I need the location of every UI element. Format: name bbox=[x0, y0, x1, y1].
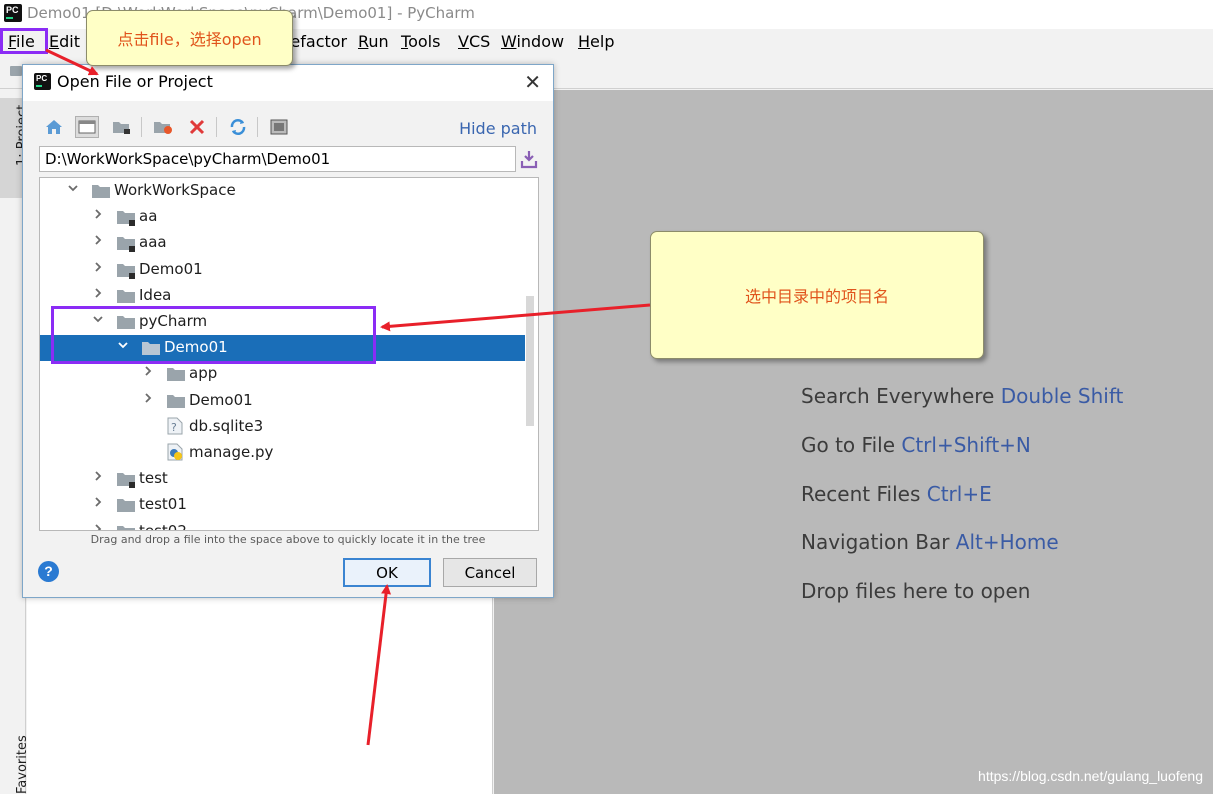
hide-path-link[interactable]: Hide path bbox=[459, 119, 537, 138]
toolbar-separator bbox=[141, 117, 142, 137]
tree-item-label: app bbox=[189, 364, 218, 383]
project-folder-icon bbox=[117, 210, 135, 227]
folder-icon bbox=[167, 367, 185, 382]
hint-drop-files: Drop files here to open bbox=[801, 579, 1031, 603]
tree-row[interactable]: test bbox=[40, 466, 525, 492]
menu-window[interactable]: Window bbox=[501, 32, 564, 51]
chevron-right-icon[interactable] bbox=[142, 392, 156, 408]
chevron-right-icon[interactable] bbox=[92, 470, 106, 486]
pycharm-logo-icon: PC bbox=[34, 73, 51, 90]
new-folder-icon[interactable] bbox=[151, 116, 175, 138]
toolbar-separator bbox=[216, 117, 217, 137]
hint-search-everywhere: Search Everywhere Double Shift bbox=[801, 384, 1124, 408]
tree-item-label: aaa bbox=[139, 233, 167, 252]
file-menu-highlight-box bbox=[0, 28, 48, 54]
close-icon[interactable]: ✕ bbox=[524, 70, 541, 94]
hint-go-to-file: Go to File Ctrl+Shift+N bbox=[801, 433, 1031, 457]
python-file-icon bbox=[167, 443, 185, 461]
tree-item-label: aa bbox=[139, 207, 158, 226]
tree-item-label: db.sqlite3 bbox=[189, 416, 264, 435]
project-folder-icon bbox=[117, 525, 135, 530]
tree-row[interactable]: WorkWorkSpace bbox=[40, 178, 525, 204]
hint-recent-files: Recent Files Ctrl+E bbox=[801, 482, 992, 506]
download-path-icon[interactable] bbox=[520, 149, 538, 169]
home-icon[interactable] bbox=[42, 116, 66, 138]
chevron-right-icon[interactable] bbox=[92, 523, 106, 530]
chevron-right-icon[interactable] bbox=[92, 496, 106, 512]
chevron-right-icon[interactable] bbox=[142, 365, 156, 381]
refresh-icon[interactable] bbox=[226, 116, 250, 138]
menu-edit[interactable]: Edit bbox=[49, 32, 80, 51]
project-directory-icon[interactable] bbox=[110, 116, 134, 138]
tree-row[interactable]: manage.py bbox=[40, 440, 525, 466]
tree-item-label: test bbox=[139, 469, 168, 488]
chevron-right-icon[interactable] bbox=[92, 261, 106, 277]
path-input[interactable] bbox=[39, 146, 516, 172]
tree-item-label: manage.py bbox=[189, 443, 274, 461]
cancel-button[interactable]: Cancel bbox=[443, 558, 537, 587]
chevron-right-icon[interactable] bbox=[92, 208, 106, 224]
pycharm-logo-icon: PC bbox=[4, 4, 22, 22]
svg-text:?: ? bbox=[171, 421, 177, 434]
tree-row[interactable]: app bbox=[40, 361, 525, 387]
tree-row[interactable]: ? db.sqlite3 bbox=[40, 414, 525, 440]
project-folder-icon bbox=[117, 236, 135, 253]
tree-item-label: test02 bbox=[139, 521, 187, 531]
menu-run[interactable]: Run bbox=[358, 32, 389, 51]
help-icon[interactable]: ? bbox=[38, 561, 59, 582]
folder-icon bbox=[117, 498, 135, 513]
hint-navigation-bar: Navigation Bar Alt+Home bbox=[801, 530, 1059, 554]
menu-vcs[interactable]: VCS bbox=[458, 32, 490, 51]
ok-button[interactable]: OK bbox=[343, 558, 431, 587]
chevron-right-icon[interactable] bbox=[92, 287, 106, 303]
tree-selection-highlight-box bbox=[51, 306, 376, 364]
folder-icon bbox=[92, 184, 110, 198]
folder-icon bbox=[117, 289, 135, 303]
show-hidden-files-icon[interactable] bbox=[267, 116, 291, 138]
tree-item-label: Idea bbox=[139, 285, 172, 304]
menu-help[interactable]: Help bbox=[578, 32, 614, 51]
drag-drop-hint: Drag and drop a file into the space abov… bbox=[90, 533, 486, 546]
tree-scrollbar-thumb[interactable] bbox=[526, 296, 534, 426]
folder-icon bbox=[167, 394, 185, 408]
tree-item-label: Demo01 bbox=[139, 259, 203, 278]
project-folder-icon bbox=[117, 263, 135, 279]
watermark: https://blog.csdn.net/gulang_luofeng bbox=[978, 768, 1203, 784]
tree-item-label: WorkWorkSpace bbox=[114, 181, 236, 199]
tree-row[interactable]: Idea bbox=[40, 283, 525, 309]
tree-item-label: test01 bbox=[139, 495, 187, 514]
tree-row[interactable]: Demo01 bbox=[40, 388, 525, 414]
tree-row[interactable]: aaa bbox=[40, 230, 525, 256]
unknown-file-icon: ? bbox=[167, 417, 185, 435]
dialog-title: Open File or Project bbox=[57, 72, 213, 91]
tree-row[interactable]: aa bbox=[40, 204, 525, 230]
callout-file-open: 点击file，选择open bbox=[86, 10, 293, 66]
callout-select-project: 选中目录中的项目名 bbox=[650, 231, 984, 359]
delete-icon[interactable] bbox=[185, 116, 209, 138]
dialog-header: PC Open File or Project ✕ bbox=[23, 65, 553, 101]
menu-tools[interactable]: Tools bbox=[401, 32, 440, 51]
folder-icon[interactable] bbox=[10, 66, 22, 76]
tree-row[interactable]: test02 bbox=[40, 519, 525, 531]
tree-row[interactable]: Demo01 bbox=[40, 257, 525, 283]
tree-row[interactable]: test01 bbox=[40, 492, 525, 518]
project-folder-icon bbox=[117, 472, 135, 489]
editor-empty-area: Search Everywhere Double Shift Go to Fil… bbox=[494, 90, 1213, 794]
chevron-right-icon[interactable] bbox=[92, 234, 106, 250]
tree-item-label: Demo01 bbox=[189, 390, 253, 409]
toolbar-separator bbox=[257, 117, 258, 137]
chevron-down-icon[interactable] bbox=[67, 182, 81, 198]
desktop-icon[interactable] bbox=[75, 116, 99, 138]
